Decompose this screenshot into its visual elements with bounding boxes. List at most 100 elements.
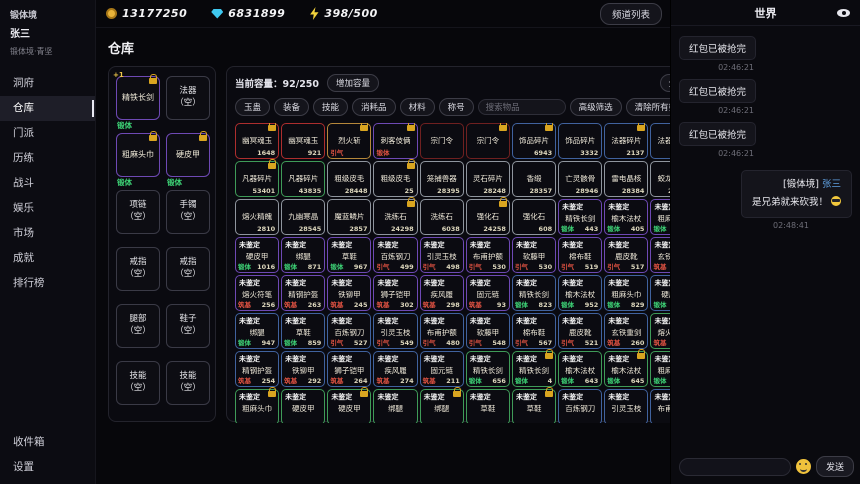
inventory-item[interactable]: 未鉴定绑腿 bbox=[373, 389, 417, 423]
sidebar-item[interactable]: 收件箱 bbox=[0, 430, 95, 455]
equipment-slot[interactable]: 手镯（空） bbox=[166, 190, 210, 234]
inventory-item[interactable]: 未鉴定引灵玉枝引气498 bbox=[420, 237, 464, 273]
equipment-slot[interactable]: 技能（空） bbox=[166, 361, 210, 405]
sidebar-item[interactable]: 仓库 bbox=[0, 96, 95, 121]
inventory-item[interactable]: 未鉴定棉布鞋引气567 bbox=[512, 313, 556, 349]
inventory-item[interactable]: 未鉴定草鞋 bbox=[512, 389, 556, 423]
inventory-item[interactable]: 饰品碎片6943 bbox=[512, 123, 556, 159]
inventory-item[interactable]: 未鉴定固元链筑基211 bbox=[420, 351, 464, 387]
filter-tab[interactable]: 技能 bbox=[313, 98, 348, 116]
inventory-item[interactable]: 凡器碎片53401 bbox=[235, 161, 279, 197]
equipment-slot[interactable]: 鞋子（空） bbox=[166, 304, 210, 348]
inventory-item[interactable]: 未鉴定粗麻头巾锻体829 bbox=[604, 275, 648, 311]
inventory-item[interactable]: 未鉴定百炼钢刀引气499 bbox=[373, 237, 417, 273]
send-button[interactable]: 发送 bbox=[816, 456, 854, 477]
inventory-item[interactable]: 洗练石6038 bbox=[420, 199, 464, 235]
inventory-item[interactable]: 熔火精魄2810 bbox=[235, 199, 279, 235]
inventory-item[interactable]: 烈火斩引气 bbox=[327, 123, 371, 159]
inventory-item[interactable]: 未鉴定铁铆甲筑基292 bbox=[281, 351, 325, 387]
inventory-item[interactable]: 法器碎片2137 bbox=[604, 123, 648, 159]
inventory-item[interactable]: 未鉴定粗麻头巾 bbox=[235, 389, 279, 423]
inventory-item[interactable]: 未鉴定绑腿锻体947 bbox=[235, 313, 279, 349]
inventory-item[interactable]: 未鉴定固元链筑基93 bbox=[466, 275, 510, 311]
inventory-item[interactable]: 灵石碎片28248 bbox=[466, 161, 510, 197]
inventory-item[interactable]: 洗练石24298 bbox=[373, 199, 417, 235]
inventory-item[interactable]: 未鉴定熔火符笔筑基256 bbox=[235, 275, 279, 311]
inventory-item[interactable]: 未鉴定鹿皮靴引气517 bbox=[604, 237, 648, 273]
filter-tab[interactable]: 称号 bbox=[439, 98, 474, 116]
inventory-item[interactable]: 未鉴定百炼钢刀 bbox=[558, 389, 602, 423]
inventory-item[interactable]: 未鉴定狮子铠甲筑基264 bbox=[327, 351, 371, 387]
equipment-slot[interactable]: 法器（空） bbox=[166, 76, 210, 120]
inventory-item[interactable]: 九幽寒晶28545 bbox=[281, 199, 325, 235]
filter-tab[interactable]: 材料 bbox=[400, 98, 435, 116]
inventory-item[interactable]: 未鉴定精铁长剑锻体823 bbox=[512, 275, 556, 311]
inventory-item[interactable]: 未鉴定精铁长剑锻体443 bbox=[558, 199, 602, 235]
inventory-item[interactable]: 强化石24258 bbox=[466, 199, 510, 235]
advanced-filter-button[interactable]: 高级筛选 bbox=[570, 98, 622, 116]
inventory-item[interactable]: 未鉴定榆木法杖锻体405 bbox=[604, 199, 648, 235]
sidebar-item[interactable]: 历练 bbox=[0, 146, 95, 171]
filter-tab[interactable]: 玉蛊 bbox=[235, 98, 270, 116]
inventory-item[interactable]: 未鉴定草鞋锻体967 bbox=[327, 237, 371, 273]
equipment-slot[interactable]: 项链（空） bbox=[116, 190, 160, 234]
inventory-item[interactable]: 粗级皮毛25 bbox=[373, 161, 417, 197]
inventory-item[interactable]: 魔蓝鳞片2857 bbox=[327, 199, 371, 235]
inventory-item[interactable]: 幽冥魂玉921 bbox=[281, 123, 325, 159]
inventory-item[interactable]: 未鉴定硬皮甲 bbox=[327, 389, 371, 423]
inventory-item[interactable]: 未鉴定绑腿锻体871 bbox=[281, 237, 325, 273]
sidebar-item[interactable]: 排行榜 bbox=[0, 271, 95, 296]
inventory-item[interactable]: 未鉴定引灵玉枝引气549 bbox=[373, 313, 417, 349]
inventory-item[interactable]: 未鉴定玄铁重剑筑基260 bbox=[604, 313, 648, 349]
filter-tab[interactable]: 消耗品 bbox=[352, 98, 396, 116]
sidebar-item[interactable]: 成就 bbox=[0, 246, 95, 271]
inventory-item[interactable]: 未鉴定草鞋锻体859 bbox=[281, 313, 325, 349]
eye-icon[interactable] bbox=[837, 9, 850, 17]
inventory-item[interactable]: 未鉴定绑腿 bbox=[420, 389, 464, 423]
inventory-item[interactable]: 未鉴定榆木法杖锻体643 bbox=[558, 351, 602, 387]
inventory-item[interactable]: 未鉴定引灵玉枝 bbox=[604, 389, 648, 423]
sender-name[interactable]: 张三 bbox=[822, 179, 841, 190]
inventory-item[interactable]: 未鉴定布甫护额引气530 bbox=[466, 237, 510, 273]
inventory-item[interactable]: 刺客伎俩锻体 bbox=[373, 123, 417, 159]
equipment-slot[interactable]: 戒指（空） bbox=[116, 247, 160, 291]
inventory-item[interactable]: 未鉴定铁铆甲筑基245 bbox=[327, 275, 371, 311]
inventory-item[interactable]: 未鉴定棉布鞋引气519 bbox=[558, 237, 602, 273]
inventory-item[interactable]: 未鉴定百炼钢刀引气527 bbox=[327, 313, 371, 349]
filter-tab[interactable]: 装备 bbox=[274, 98, 309, 116]
inventory-item[interactable]: 香缎28357 bbox=[512, 161, 556, 197]
inventory-item[interactable]: 笼捕兽器28395 bbox=[420, 161, 464, 197]
add-capacity-button[interactable]: 增加容量 bbox=[327, 74, 379, 92]
equipment-slot[interactable]: +1精铁长剑锻体 bbox=[116, 76, 160, 120]
inventory-item[interactable]: 未鉴定榆木法杖锻体952 bbox=[558, 275, 602, 311]
search-input[interactable] bbox=[478, 99, 566, 115]
inventory-item[interactable]: 未鉴定软藤甲引气530 bbox=[512, 237, 556, 273]
sidebar-item[interactable]: 门派 bbox=[0, 121, 95, 146]
inventory-item[interactable]: 未鉴定疾风履筑基274 bbox=[373, 351, 417, 387]
equipment-slot[interactable]: 粗麻头巾锻体 bbox=[116, 133, 160, 177]
inventory-item[interactable]: 未鉴定草鞋 bbox=[466, 389, 510, 423]
inventory-item[interactable]: 宗门令 bbox=[420, 123, 464, 159]
equipment-slot[interactable]: 戒指（空） bbox=[166, 247, 210, 291]
equipment-slot[interactable]: 技能（空） bbox=[116, 361, 160, 405]
sidebar-item[interactable]: 战斗 bbox=[0, 171, 95, 196]
inventory-item[interactable]: 未鉴定硬皮甲锻体1016 bbox=[235, 237, 279, 273]
inventory-item[interactable]: 雷电晶核28384 bbox=[604, 161, 648, 197]
inventory-item[interactable]: 未鉴定硬皮甲 bbox=[281, 389, 325, 423]
inventory-item[interactable]: 未鉴定精钢护盔筑基263 bbox=[281, 275, 325, 311]
inventory-item[interactable]: 未鉴定狮子铠甲筑基302 bbox=[373, 275, 417, 311]
inventory-item[interactable]: 未鉴定软藤甲引气548 bbox=[466, 313, 510, 349]
channel-list-button[interactable]: 频道列表 bbox=[600, 3, 662, 25]
inventory-item[interactable]: 未鉴定布甫护额引气480 bbox=[420, 313, 464, 349]
inventory-item[interactable]: 强化石608 bbox=[512, 199, 556, 235]
inventory-item[interactable]: 幽冥魂玉1648 bbox=[235, 123, 279, 159]
inventory-item[interactable]: 未鉴定榆木法杖锻体645 bbox=[604, 351, 648, 387]
inventory-item[interactable]: 未鉴定鹿皮靴引气521 bbox=[558, 313, 602, 349]
inventory-item[interactable]: 宗门令 bbox=[466, 123, 510, 159]
inventory-item[interactable]: 亡灵骸骨28946 bbox=[558, 161, 602, 197]
inventory-item[interactable]: 饰品碎片3332 bbox=[558, 123, 602, 159]
inventory-item[interactable]: 未鉴定精铁长剑锻体4 bbox=[512, 351, 556, 387]
chat-input[interactable] bbox=[679, 458, 791, 476]
inventory-item[interactable]: 粗级皮毛28448 bbox=[327, 161, 371, 197]
sidebar-item[interactable]: 娱乐 bbox=[0, 196, 95, 221]
